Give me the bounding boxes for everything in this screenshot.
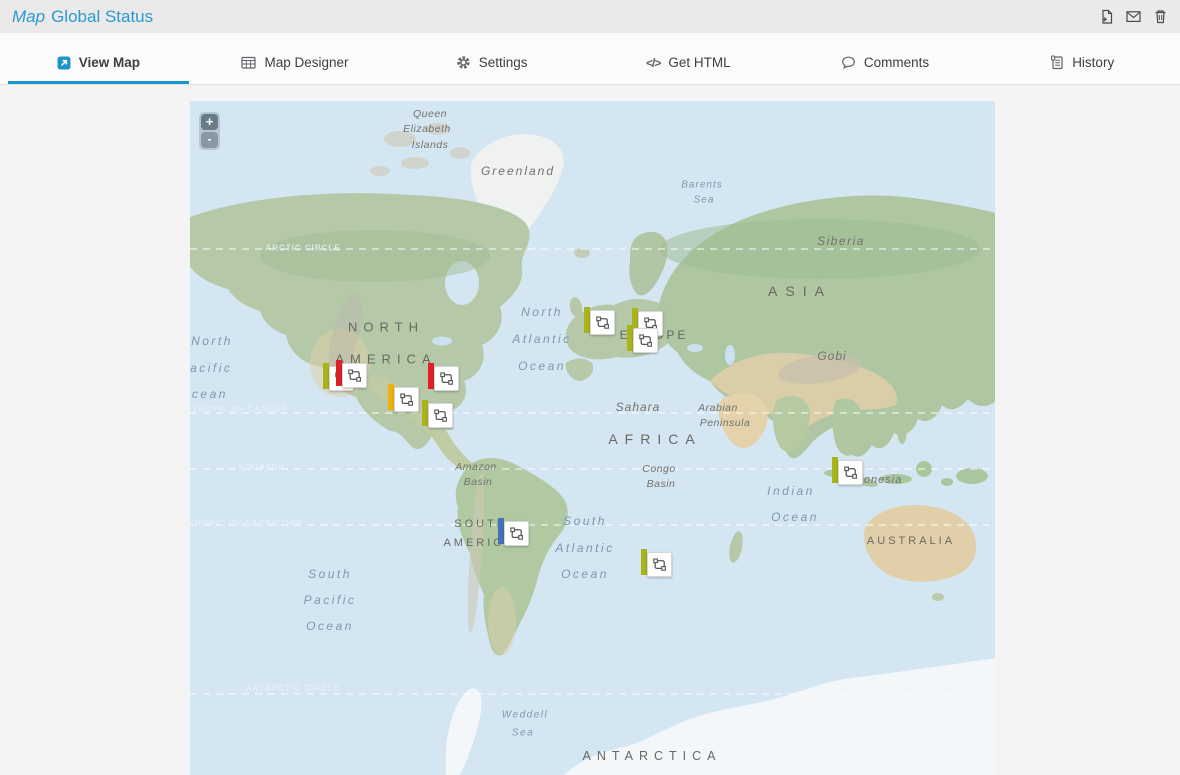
map-marker-blue[interactable] — [498, 518, 530, 548]
trash-icon[interactable] — [1153, 9, 1168, 24]
map-marker-red[interactable] — [336, 360, 368, 390]
tab-view-map[interactable]: View Map — [0, 33, 197, 84]
title-bar: Map Global Status — [0, 0, 1180, 33]
tab-label: Map Designer — [264, 55, 348, 70]
map-marker-olive[interactable] — [422, 400, 454, 430]
tab-settings[interactable]: Settings — [393, 33, 590, 84]
tab-map-designer[interactable]: Map Designer — [197, 33, 394, 84]
page-title: Map Global Status — [12, 7, 153, 27]
map-marker-olive[interactable] — [641, 549, 673, 579]
tab-label: View Map — [79, 55, 140, 70]
map-marker-olive[interactable] — [584, 307, 616, 337]
get-html-icon: </> — [646, 56, 660, 70]
process-node-icon — [647, 552, 672, 577]
title-actions — [1099, 9, 1168, 24]
map-markers-layer — [190, 101, 995, 775]
tab-bar: View Map Map Designer Settings </> Get HTML C… — [0, 33, 1180, 85]
settings-gear-icon — [456, 55, 471, 70]
process-node-icon — [838, 460, 863, 485]
tab-comments[interactable]: Comments — [787, 33, 984, 84]
tab-history[interactable]: History — [983, 33, 1180, 84]
tab-label: Comments — [864, 55, 929, 70]
view-map-icon — [57, 56, 71, 70]
map-marker-red[interactable] — [428, 363, 460, 393]
email-icon[interactable] — [1126, 9, 1141, 24]
process-node-icon — [590, 310, 615, 335]
zoom-out-button[interactable]: - — [201, 132, 218, 148]
add-document-icon[interactable] — [1099, 9, 1114, 24]
page-title-prefix: Map — [12, 7, 45, 26]
world-map-panel[interactable]: QueenElizabethIslandsGreenlandBarentsSea… — [190, 101, 995, 775]
tab-get-html[interactable]: </> Get HTML — [590, 33, 787, 84]
process-node-icon — [633, 328, 658, 353]
tab-label: Settings — [479, 55, 528, 70]
zoom-in-button[interactable]: + — [201, 114, 218, 130]
process-node-icon — [434, 366, 459, 391]
process-node-icon — [504, 521, 529, 546]
map-marker-olive[interactable] — [832, 457, 864, 487]
process-node-icon — [428, 403, 453, 428]
tab-label: Get HTML — [668, 55, 730, 70]
tab-label: History — [1072, 55, 1114, 70]
history-icon — [1049, 55, 1064, 70]
map-designer-icon — [241, 55, 256, 70]
comments-icon — [841, 55, 856, 70]
page-title-text: Global Status — [51, 7, 153, 26]
process-node-icon — [342, 363, 367, 388]
process-node-icon — [394, 387, 419, 412]
map-zoom-control: + - — [199, 112, 220, 150]
map-marker-olive[interactable] — [627, 325, 659, 355]
map-marker-amber[interactable] — [388, 384, 420, 414]
content-area: QueenElizabethIslandsGreenlandBarentsSea… — [0, 85, 1180, 775]
